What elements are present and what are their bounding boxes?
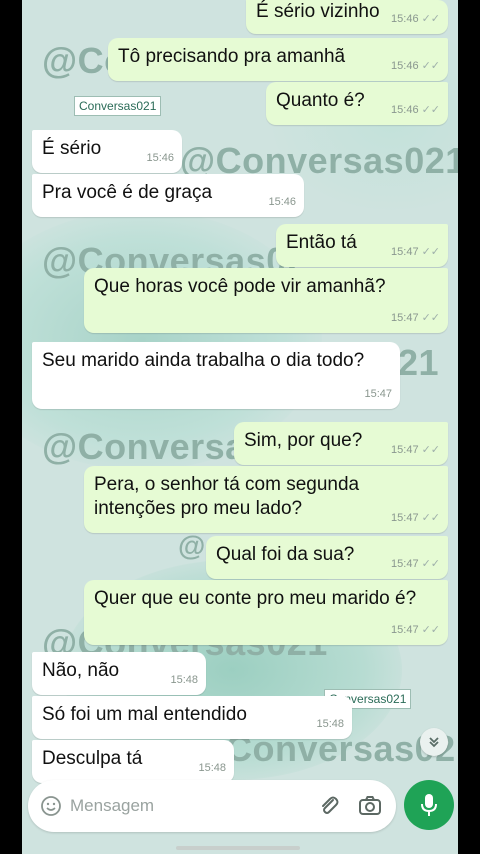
message-time: 15:47 [391,312,419,324]
message-meta: 15:46 [268,190,296,214]
message-meta: 15:47 [364,382,392,406]
message-text: Sim, por que? [244,430,363,451]
message-text: É sério [42,138,102,159]
message-time: 15:46 [391,13,419,25]
message-text: Então tá [286,232,357,253]
message-time: 15:46 [391,104,419,116]
message-meta: 15:46 ✓✓ [391,98,440,122]
double-check-icon: ✓✓ [421,558,440,570]
double-check-icon: ✓✓ [421,104,440,116]
double-check-icon: ✓✓ [421,624,440,636]
message-bubble-incoming[interactable]: Pra você é de graça 15:46 [32,174,304,217]
message-text: Só foi um mal entendido [42,704,247,725]
microphone-icon [421,794,437,816]
message-text: Não, não [42,660,120,681]
message-bubble-incoming[interactable]: Desculpa tá 15:48 [32,740,234,783]
message-meta: 15:48 [198,756,226,780]
double-chevron-down-icon [429,737,439,748]
message-meta: 15:47 ✓✓ [391,438,440,462]
chat-screen: @Co @Conversas021 @Conversas02 21 @Conve… [22,0,458,854]
message-time: 15:48 [198,762,226,774]
double-chevron-down-icon[interactable] [420,728,448,756]
double-check-icon: ✓✓ [421,512,440,524]
message-text: Qual foi da sua? [216,544,355,565]
paperclip-icon[interactable] [318,794,340,818]
message-bubble-outgoing[interactable]: Pera, o senhor tá com segunda intenções … [84,466,448,533]
message-time: 15:47 [364,388,392,400]
microphone-button[interactable] [404,780,454,830]
watermark-text: 21 [398,342,440,383]
message-time: 15:46 [268,196,296,208]
message-bubble-outgoing[interactable]: Que horas você pode vir amanhã? 15:47 ✓✓ [84,268,448,333]
message-text: Quer que eu conte pro meu marido é? [94,588,417,609]
double-check-icon: ✓✓ [421,60,440,72]
message-meta: 15:46 [146,146,174,170]
message-time: 15:46 [391,60,419,72]
message-meta: 15:47 ✓✓ [391,306,440,330]
double-check-icon: ✓✓ [421,312,440,324]
watermark-tag: Conversas021 [74,96,162,116]
message-meta: 15:47 ✓✓ [391,240,440,264]
message-bubble-incoming[interactable]: Seu marido ainda trabalha o dia todo? 15… [32,342,400,409]
message-text: Seu marido ainda trabalha o dia todo? [42,350,365,371]
message-text: É sério vizinho [256,1,380,22]
message-bubble-incoming[interactable]: Não, não 15:48 [32,652,206,695]
message-time: 15:47 [391,624,419,636]
message-meta: 15:47 ✓✓ [391,618,440,642]
message-bubble-incoming[interactable]: É sério 15:46 [32,130,182,173]
watermark-text: @ [178,530,206,561]
double-check-icon: ✓✓ [421,246,440,258]
message-meta: 15:46 ✓✓ [391,54,440,78]
message-text: Quanto é? [276,90,365,111]
message-text: Pra você é de graça [42,182,213,203]
message-bubble-incoming[interactable]: Só foi um mal entendido 15:48 [32,696,352,739]
message-meta: 15:47 ✓✓ [391,506,440,530]
message-time: 15:47 [391,444,419,456]
message-bubble-outgoing[interactable]: Quer que eu conte pro meu marido é? 15:4… [84,580,448,645]
double-check-icon: ✓✓ [421,13,440,25]
message-composer[interactable]: Mensagem [28,780,396,832]
emoji-icon[interactable] [40,795,62,817]
double-check-icon: ✓✓ [421,444,440,456]
message-meta: 15:47 ✓✓ [391,552,440,576]
message-bubble-outgoing[interactable]: Sim, por que? 15:47 ✓✓ [234,422,448,465]
message-meta: 15:48 [316,712,344,736]
message-text: Tô precisando pra amanhã [118,46,346,67]
message-text: Pera, o senhor tá com segunda intenções … [94,474,360,519]
message-bubble-outgoing[interactable]: Então tá 15:47 ✓✓ [276,224,448,267]
message-time: 15:47 [391,558,419,570]
message-input[interactable]: Mensagem [70,796,154,816]
message-meta: 15:46 ✓✓ [391,7,440,31]
message-time: 15:48 [316,718,344,730]
message-meta: 15:48 [170,668,198,692]
message-time: 15:46 [146,152,174,164]
message-time: 15:47 [391,246,419,258]
message-time: 15:47 [391,512,419,524]
camera-icon[interactable] [358,795,382,817]
message-text: Desculpa tá [42,748,143,769]
message-bubble-outgoing[interactable]: Qual foi da sua? 15:47 ✓✓ [206,536,448,579]
message-bubble-outgoing[interactable]: Quanto é? 15:46 ✓✓ [266,82,448,125]
home-indicator [176,846,300,850]
watermark-text: @Conversas [42,426,267,467]
message-time: 15:48 [170,674,198,686]
message-bubble-outgoing[interactable]: Tô precisando pra amanhã 15:46 ✓✓ [108,38,448,81]
message-text: Que horas você pode vir amanhã? [94,276,386,297]
message-bubble-outgoing[interactable]: É sério vizinho 15:46 ✓✓ [246,0,448,34]
